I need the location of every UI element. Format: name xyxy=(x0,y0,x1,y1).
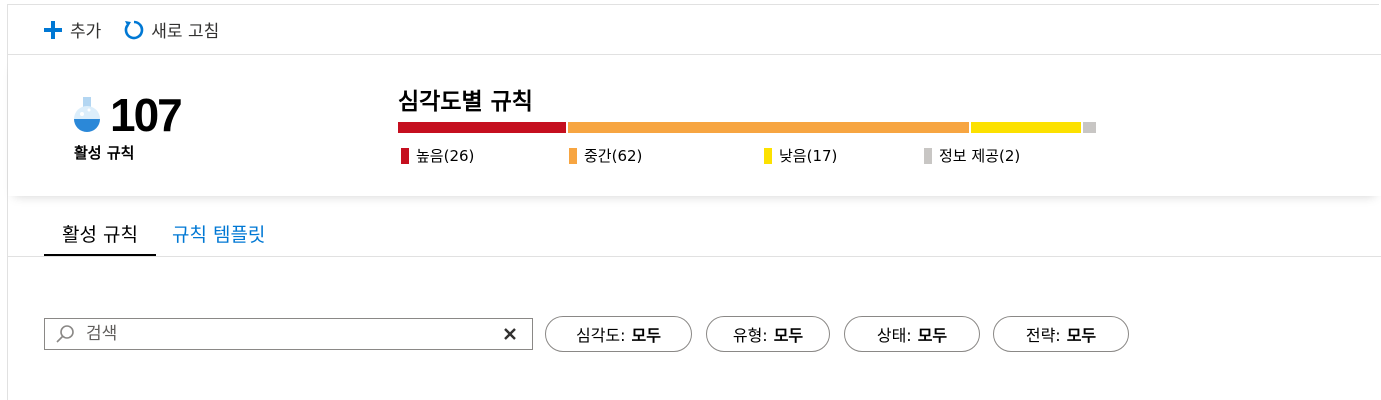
tab-active-rules[interactable]: 활성 규칙 xyxy=(44,220,156,257)
legend-label: 높음(26) xyxy=(416,147,475,165)
legend-swatch xyxy=(569,147,577,164)
severity-segment xyxy=(568,122,969,133)
search-icon xyxy=(54,323,76,345)
status-filter[interactable]: 상태: 모두 xyxy=(844,316,980,352)
severity-legend-item: 정보 제공(2) xyxy=(924,145,1020,166)
severity-legend-item: 높음(26) xyxy=(401,145,474,166)
plus-icon xyxy=(42,19,64,41)
flask-icon xyxy=(70,95,104,135)
tactics-filter-value: 모두 xyxy=(1066,326,1097,345)
clear-icon[interactable] xyxy=(500,324,520,344)
active-rules-label: 활성 규칙 xyxy=(74,144,135,162)
add-label: 추가 xyxy=(70,22,102,42)
tab-bar: 활성 규칙 규칙 템플릿 xyxy=(44,220,283,257)
refresh-button[interactable]: 새로 고침 xyxy=(123,17,219,42)
severity-bar xyxy=(398,122,1096,133)
status-filter-key: 상태: xyxy=(876,326,912,345)
severity-segment xyxy=(398,122,566,133)
severity-segment xyxy=(1083,122,1096,133)
severity-filter-key: 심각도: xyxy=(575,326,626,345)
legend-swatch xyxy=(764,147,772,164)
legend-swatch xyxy=(401,147,409,164)
type-filter-value: 모두 xyxy=(773,326,804,345)
legend-label: 중간(62) xyxy=(584,147,643,165)
type-filter-key: 유형: xyxy=(732,326,768,345)
severity-filter[interactable]: 심각도: 모두 xyxy=(545,316,692,352)
active-rules-count: 107 xyxy=(110,89,183,141)
severity-filter-value: 모두 xyxy=(631,326,661,345)
refresh-icon xyxy=(123,19,145,41)
command-bar: 추가 새로 고침 xyxy=(8,5,1381,55)
legend-swatch xyxy=(924,147,932,164)
refresh-label: 새로 고침 xyxy=(151,22,220,42)
severity-title: 심각도별 규칙 xyxy=(398,89,533,115)
tactics-filter-key: 전략: xyxy=(1025,326,1061,345)
active-rules-stat: 107 xyxy=(70,89,183,141)
type-filter[interactable]: 유형: 모두 xyxy=(706,316,830,352)
add-button[interactable]: 추가 xyxy=(42,17,101,42)
rules-summary-panel: 107 활성 규칙 심각도별 규칙 높음(26) 중간(62) 낮음(17) 정보 제… xyxy=(8,56,1381,196)
status-filter-value: 모두 xyxy=(917,326,948,345)
severity-segment xyxy=(971,122,1081,133)
tab-rule-templates[interactable]: 규칙 템플릿 xyxy=(156,220,283,257)
tab-divider xyxy=(8,256,1381,257)
search-box xyxy=(44,318,533,350)
tactics-filter[interactable]: 전략: 모두 xyxy=(993,316,1129,352)
severity-legend-item: 중간(62) xyxy=(569,145,642,166)
severity-legend-item: 낮음(17) xyxy=(764,145,837,166)
legend-label: 낮음(17) xyxy=(779,147,838,165)
search-input[interactable] xyxy=(86,324,500,344)
legend-label: 정보 제공(2) xyxy=(939,147,1021,165)
